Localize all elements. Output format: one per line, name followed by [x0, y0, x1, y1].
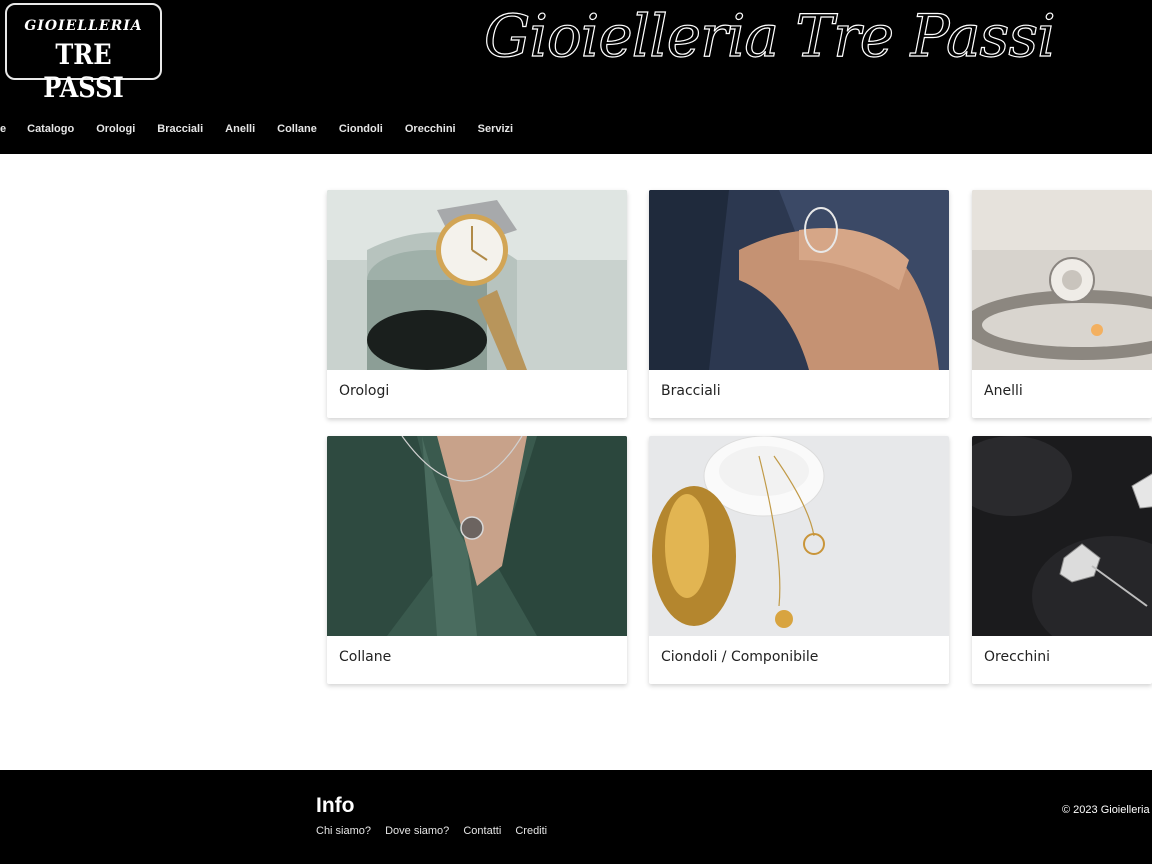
nav-item-collane[interactable]: Collane [277, 123, 317, 135]
nav-item-anelli[interactable]: Anelli [225, 123, 255, 135]
footer-link-crediti[interactable]: Crediti [515, 825, 547, 837]
footer-info-title: Info [316, 794, 355, 817]
site-footer: Info Chi siamo? Dove siamo? Contatti Cre… [0, 770, 1152, 864]
footer-link-dove-siamo[interactable]: Dove siamo? [385, 825, 449, 837]
bracelet-photo [649, 190, 949, 370]
site-header: GIOIELLERIA TRE PASSI Gioielleria Tre Pa… [0, 0, 1152, 154]
site-title-script: Gioielleria Tre Passi [483, 1, 1056, 70]
necklace-photo [327, 436, 627, 636]
footer-links: Chi siamo? Dove siamo? Contatti Crediti [316, 825, 558, 837]
nav-item-home[interactable]: e [0, 123, 6, 135]
nav-item-orologi[interactable]: Orologi [96, 123, 135, 135]
footer-copyright: © 2023 Gioielleria T [1062, 804, 1152, 816]
card-title: Ciondoli / Componibile [661, 649, 819, 665]
footer-link-contatti[interactable]: Contatti [463, 825, 501, 837]
card-title: Orologi [339, 383, 390, 399]
nav-item-orecchini[interactable]: Orecchini [405, 123, 456, 135]
card-title: Bracciali [661, 383, 721, 399]
watch-photo [327, 190, 627, 370]
nav-item-ciondoli[interactable]: Ciondoli [339, 123, 383, 135]
earrings-photo [972, 436, 1152, 636]
nav-item-catalogo[interactable]: Catalogo [27, 123, 74, 135]
nav-item-bracciali[interactable]: Bracciali [157, 123, 203, 135]
category-card-orecchini[interactable]: Orecchini [972, 436, 1152, 684]
site-logo[interactable]: GIOIELLERIA TRE PASSI [5, 3, 162, 104]
footer-link-chi-siamo[interactable]: Chi siamo? [316, 825, 371, 837]
card-title: Anelli [984, 383, 1023, 399]
category-card-collane[interactable]: Collane [327, 436, 627, 684]
main-nav: e Catalogo Orologi Bracciali Anelli Coll… [0, 118, 513, 140]
category-card-orologi[interactable]: Orologi [327, 190, 627, 418]
ring-photo [972, 190, 1152, 370]
card-title: Collane [339, 649, 392, 665]
pendant-photo [649, 436, 949, 636]
logo-line2: TRE PASSI [43, 38, 124, 104]
category-card-ciondoli[interactable]: Ciondoli / Componibile [649, 436, 949, 684]
logo-line1: GIOIELLERIA [24, 18, 143, 34]
nav-item-servizi[interactable]: Servizi [478, 123, 513, 135]
category-card-anelli[interactable]: Anelli [972, 190, 1152, 418]
card-title: Orecchini [984, 649, 1051, 665]
category-card-bracciali[interactable]: Bracciali [649, 190, 949, 418]
